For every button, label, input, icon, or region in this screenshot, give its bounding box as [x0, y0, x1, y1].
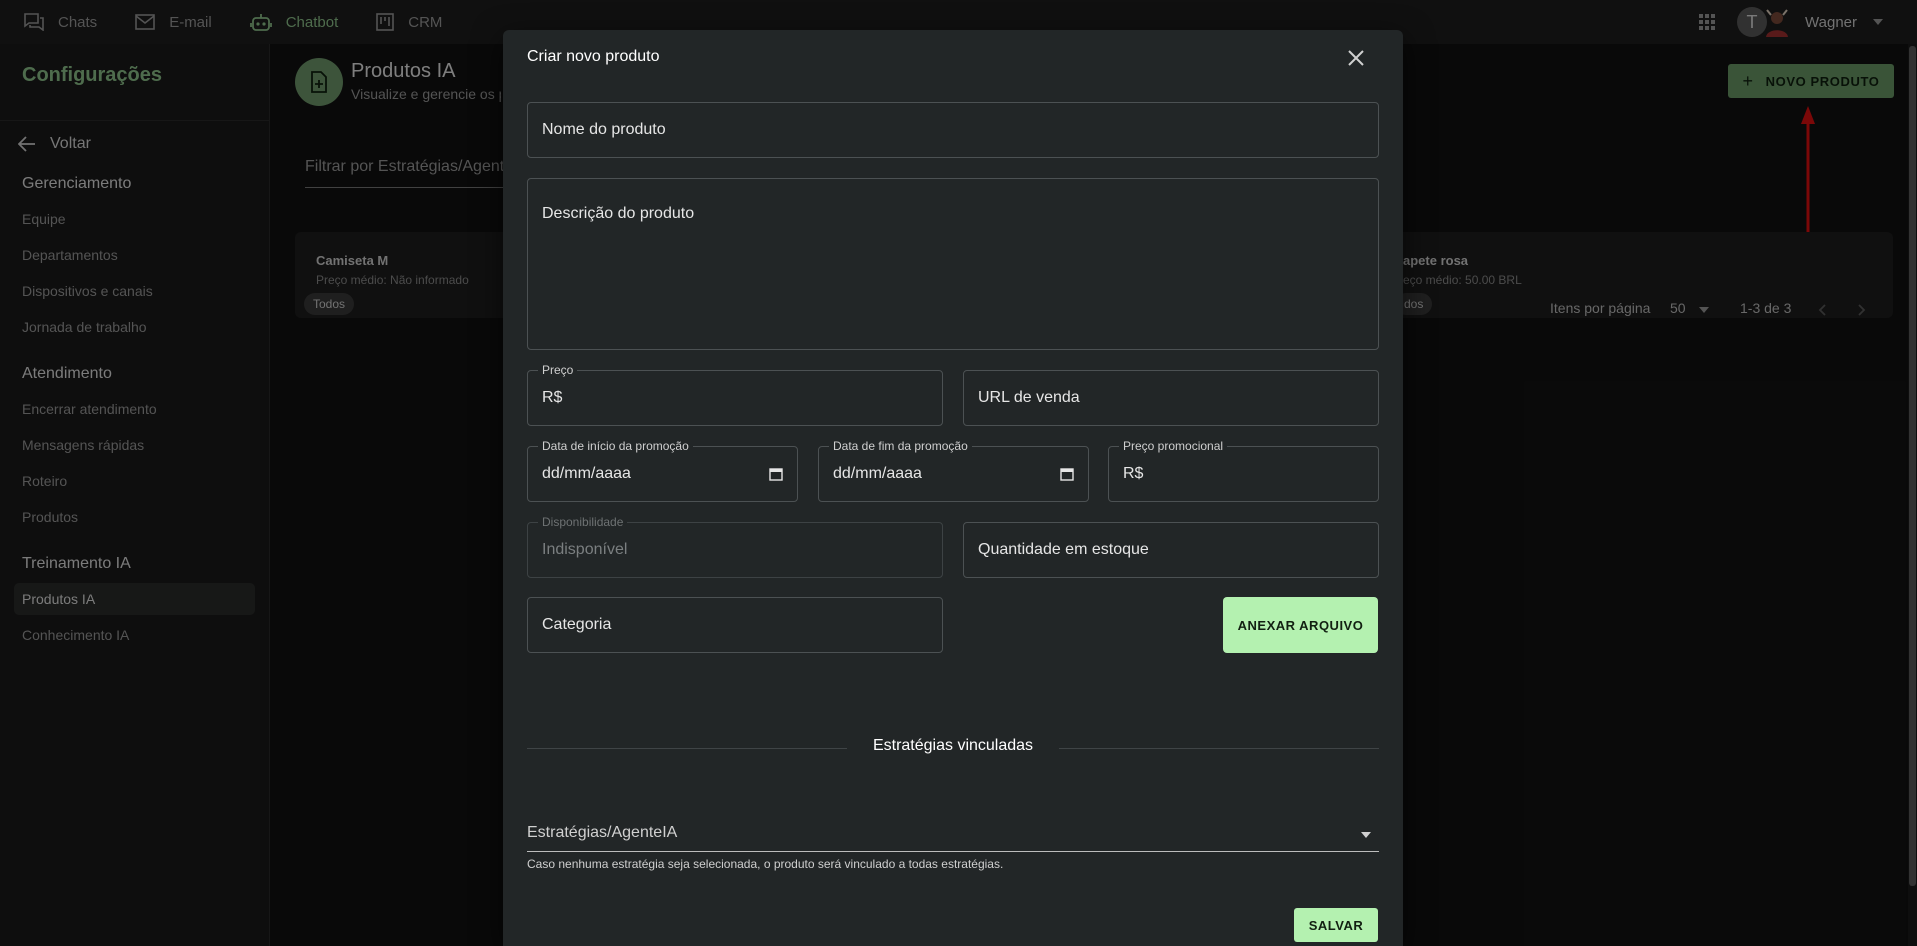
- attach-file-button[interactable]: ANEXAR ARQUIVO: [1223, 597, 1378, 653]
- strategies-placeholder: Estratégias/AgenteIA: [527, 824, 678, 841]
- promo-start-date-input[interactable]: Data de início da promoção dd/mm/aaaa: [527, 439, 798, 502]
- promo-end-date-input[interactable]: Data de fim da promoção dd/mm/aaaa: [818, 439, 1089, 502]
- category-placeholder: Categoria: [542, 616, 612, 633]
- promo-end-label: Data de fim da promoção: [829, 439, 972, 453]
- product-name-placeholder: Nome do produto: [542, 121, 666, 138]
- promo-end-value: dd/mm/aaaa: [833, 465, 922, 482]
- availability-label: Disponibilidade: [538, 515, 628, 529]
- strategies-select[interactable]: Estratégias/AgenteIA: [527, 820, 1379, 852]
- stock-quantity-input[interactable]: Quantidade em estoque: [963, 522, 1379, 578]
- availability-value: Indisponível: [542, 541, 628, 558]
- price-input[interactable]: Preço R$: [527, 363, 943, 426]
- calendar-icon[interactable]: [1060, 467, 1074, 481]
- save-button[interactable]: SALVAR: [1294, 908, 1378, 942]
- product-description-input[interactable]: Descrição do produto: [527, 178, 1379, 350]
- promo-price-input[interactable]: Preço promocional R$: [1108, 439, 1379, 502]
- category-input[interactable]: Categoria: [527, 597, 943, 653]
- price-prefix: R$: [542, 389, 563, 406]
- promo-price-prefix: R$: [1123, 465, 1144, 482]
- promo-start-label: Data de início da promoção: [538, 439, 693, 453]
- linked-strategies-title: Estratégias vinculadas: [872, 737, 1034, 754]
- promo-start-value: dd/mm/aaaa: [542, 465, 631, 482]
- sale-url-input[interactable]: URL de venda: [963, 370, 1379, 426]
- product-description-placeholder: Descrição do produto: [542, 205, 695, 222]
- promo-price-label: Preço promocional: [1119, 439, 1228, 453]
- price-label: Preço: [538, 363, 578, 377]
- availability-select: Disponibilidade Indisponível: [527, 515, 943, 578]
- calendar-icon[interactable]: [769, 467, 783, 481]
- strategies-helper-text: Caso nenhuma estratégia seja selecionada…: [527, 857, 1004, 871]
- close-icon[interactable]: [1346, 48, 1366, 68]
- product-name-input[interactable]: Nome do produto: [527, 102, 1379, 158]
- sale-url-placeholder: URL de venda: [978, 389, 1080, 406]
- dialog-title: Criar novo produto: [527, 48, 660, 65]
- stock-quantity-placeholder: Quantidade em estoque: [978, 541, 1149, 558]
- chevron-down-icon: [1361, 832, 1371, 838]
- create-product-dialog: Criar novo produto Nome do produto Descr…: [503, 30, 1403, 946]
